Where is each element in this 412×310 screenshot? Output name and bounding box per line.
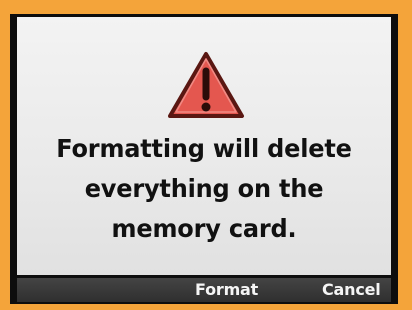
format-warning-message: Formatting will delete everything on the… [24,129,383,249]
message-line-3: memory card. [111,214,297,243]
camera-lcd-screen: Formatting will delete everything on the… [10,14,398,304]
format-confirmation-dialog: Formatting will delete everything on the… [17,17,391,275]
message-line-1: Formatting will delete [56,134,352,163]
softkey-bar: Format Cancel [17,278,391,302]
warning-triangle-icon [168,52,244,118]
message-line-2: everything on the [84,174,324,203]
format-button[interactable]: Format [195,278,258,302]
cancel-button[interactable]: Cancel [322,278,381,302]
